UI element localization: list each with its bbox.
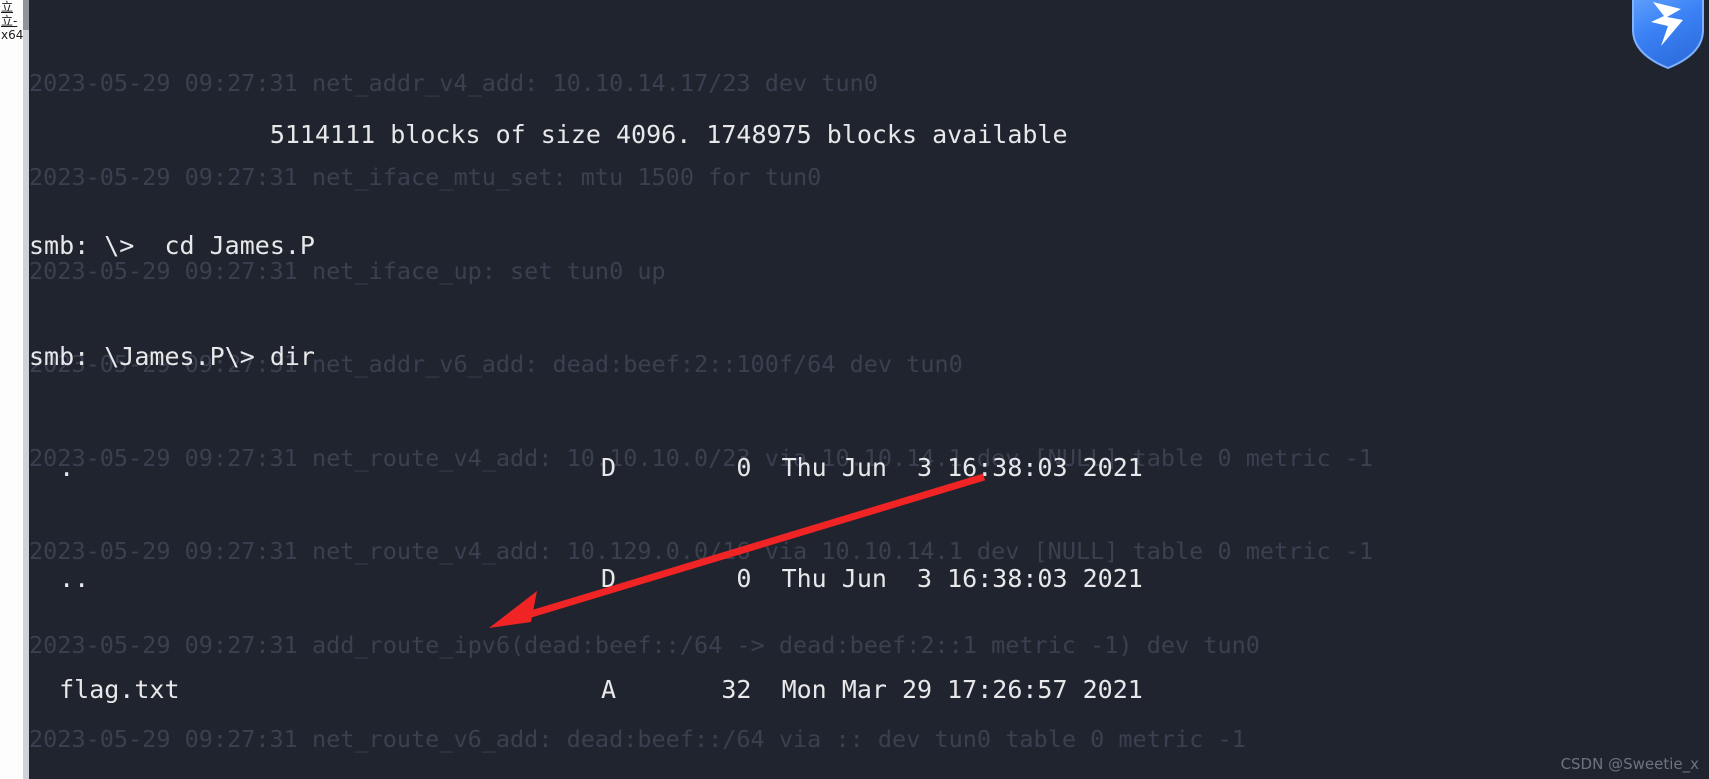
terminal-body[interactable]: 2023-05-29 09:27:31 net_addr_v4_add: 10.… [29,0,1709,779]
csdn-watermark: CSDN @Sweetie_x [1560,755,1699,773]
kali-linux-dragon-shield-icon [1631,0,1705,70]
left-sidebar-strip[interactable]: 立 立- x64 [0,0,29,779]
sidebar-content: 立 立- x64 [0,0,23,779]
dir-listing-row: .. D 0 Thu Jun 3 16:38:03 2021 [29,564,1143,593]
sidebar-scrollbar-track[interactable] [23,0,29,779]
disk-usage-line: 5114111 blocks of size 4096. 1748975 blo… [29,120,1068,149]
smb-prompt-dir: smb: \James.P\> dir [29,342,315,371]
sidebar-scrollbar-thumb[interactable] [23,0,29,30]
dir-listing-row: flag.txt A 32 Mon Mar 29 17:26:57 2021 [29,675,1143,704]
terminal-output: 5114111 blocks of size 4096. 1748975 blo… [29,0,1709,779]
smb-prompt-cd: smb: \> cd James.P [29,231,315,260]
dir-listing-row: . D 0 Thu Jun 3 16:38:03 2021 [29,453,1143,482]
sidebar-line-1[interactable]: 立 [0,0,23,14]
sidebar-line-3[interactable]: x64 [0,28,23,42]
screen-root: 立 立- x64 2023-05-29 09:27:31 net_addr_v4… [0,0,1709,779]
sidebar-line-2[interactable]: 立- [0,14,23,28]
